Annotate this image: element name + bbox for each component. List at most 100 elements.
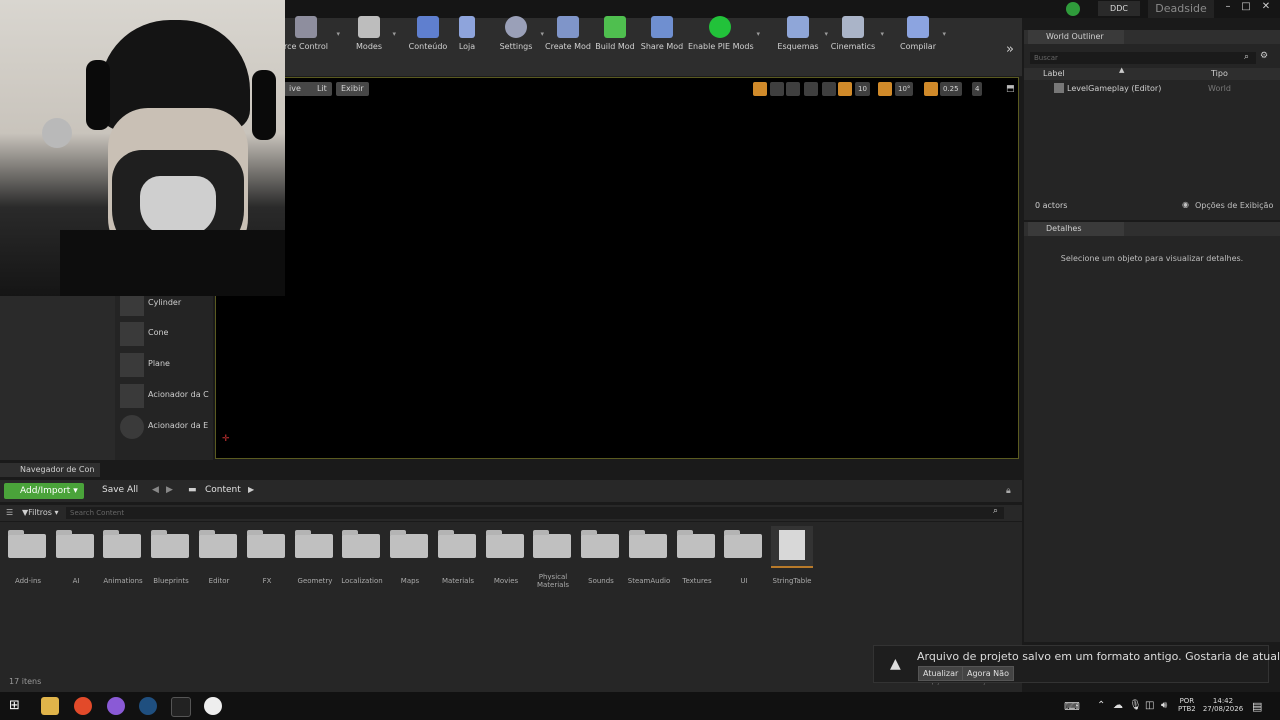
path-content[interactable]: Content xyxy=(205,485,241,495)
folder-icon xyxy=(199,530,237,558)
folder-icon xyxy=(56,530,94,558)
microphone-icon[interactable]: 🎙︎ xyxy=(1129,700,1142,711)
content-icon xyxy=(417,16,439,38)
tray-chevron-icon[interactable]: ⌃ xyxy=(1097,700,1105,711)
chrome-icon[interactable] xyxy=(107,697,125,715)
content-search-input[interactable]: Search Content xyxy=(66,507,1004,519)
filters-button[interactable]: ▼Filtros ▾ xyxy=(22,508,59,517)
rotate-icon[interactable] xyxy=(786,82,800,96)
column-type[interactable]: Tipo xyxy=(1211,69,1228,78)
sphere-trigger-icon xyxy=(120,415,144,439)
outliner-row-label[interactable]: LevelGameplay (Editor) xyxy=(1067,84,1161,93)
grid-snap-icon[interactable] xyxy=(838,82,852,96)
folder-icon xyxy=(103,530,141,558)
maximize-viewport-icon[interactable]: ⬒ xyxy=(1006,84,1015,94)
shape-item-sphere-trigger[interactable]: Acionador da E xyxy=(120,413,212,441)
dropdown-icon[interactable]: ▾ xyxy=(540,30,544,38)
lock-icon[interactable]: 🔒︎ xyxy=(1006,486,1011,496)
column-label[interactable]: Label xyxy=(1043,69,1065,78)
marketplace-button[interactable]: Loja xyxy=(452,0,482,58)
level-viewport[interactable] xyxy=(215,77,1019,459)
back-arrow-icon[interactable]: ◀ xyxy=(152,485,159,495)
source-control-status-icon[interactable] xyxy=(1066,2,1080,16)
source-control-icon xyxy=(295,16,317,38)
windows-start-icon[interactable]: ⊞ xyxy=(9,698,20,713)
source-control-button[interactable]: rce Control ▾ xyxy=(280,0,340,58)
lit-button[interactable]: Lit xyxy=(303,82,332,96)
dropdown-icon[interactable]: ▾ xyxy=(756,30,760,38)
scale-snap-icon[interactable] xyxy=(924,82,938,96)
create-mod-button[interactable]: Create Mod xyxy=(545,0,591,58)
not-now-button[interactable]: Agora Não xyxy=(962,666,1014,681)
rotation-snap-icon[interactable] xyxy=(878,82,892,96)
modes-button[interactable]: Modes ▾ xyxy=(350,0,396,58)
tab-world-outliner[interactable]: World Outliner xyxy=(1028,30,1124,44)
shape-item-plane[interactable]: Plane xyxy=(120,351,212,379)
dropdown-icon[interactable]: ▾ xyxy=(942,30,946,38)
scale-snap-value[interactable]: 0.25 xyxy=(940,82,962,96)
share-mod-button[interactable]: Share Mod xyxy=(640,0,684,58)
file-explorer-icon[interactable] xyxy=(41,697,59,715)
build-button[interactable]: Compilar ▾ xyxy=(898,0,946,58)
wifi-icon[interactable]: ◫ xyxy=(1145,700,1154,711)
tab-details[interactable]: Detalhes xyxy=(1028,222,1124,236)
toast-message: Arquivo de projeto salvo em um formato a… xyxy=(917,650,1280,663)
camera-speed-value[interactable]: 4 xyxy=(972,82,983,96)
brave-browser-icon[interactable] xyxy=(74,697,92,715)
headphone-left xyxy=(86,60,110,130)
dropdown-icon[interactable]: ▾ xyxy=(392,30,396,38)
blueprints-button[interactable]: Esquemas ▾ xyxy=(776,0,828,58)
world-outliner-panel: World Outliner Buscar ⌕ ⚙ Label ▲ Tipo L… xyxy=(1024,30,1280,220)
dropdown-icon[interactable]: ▾ xyxy=(824,30,828,38)
outliner-settings-icon[interactable]: ⚙ xyxy=(1260,51,1268,61)
translate-icon[interactable] xyxy=(770,82,784,96)
box-trigger-icon xyxy=(120,384,144,408)
update-button[interactable]: Atualizar xyxy=(918,666,964,681)
forward-arrow-icon[interactable]: ▶ xyxy=(166,485,173,495)
unreal-engine-icon[interactable] xyxy=(204,697,222,715)
transform-select-icon[interactable] xyxy=(753,82,767,96)
shape-item-cone[interactable]: Cone xyxy=(120,320,212,348)
minimize-icon[interactable]: – xyxy=(1220,0,1236,16)
outliner-search-input[interactable]: Buscar xyxy=(1030,52,1256,64)
folder-icon xyxy=(438,530,476,558)
language-indicator[interactable]: POR PTB2 xyxy=(1178,697,1196,713)
add-import-button[interactable]: Add/Import ▾ xyxy=(4,483,84,499)
rotation-snap-value[interactable]: 10° xyxy=(895,82,914,96)
clock[interactable]: 14:42 27/08/2026 xyxy=(1202,697,1244,713)
shape-item-box-trigger[interactable]: Acionador da C xyxy=(120,382,212,410)
items-count: 17 itens xyxy=(9,677,42,686)
dropdown-icon[interactable]: ▾ xyxy=(880,30,884,38)
build-mod-button[interactable]: Build Mod xyxy=(594,0,636,58)
enable-pie-mods-button[interactable]: Enable PIE Mods ▾ xyxy=(688,0,760,58)
maximize-icon[interactable]: □ xyxy=(1238,0,1254,16)
network-icon[interactable]: ☁ xyxy=(1113,700,1123,711)
dropdown-icon[interactable]: ▾ xyxy=(336,30,340,38)
path-chevron-icon[interactable]: ▶ xyxy=(248,485,254,494)
terminal-icon[interactable] xyxy=(171,697,191,717)
steam-icon[interactable] xyxy=(139,697,157,715)
surface-snap-icon[interactable] xyxy=(822,82,836,96)
volume-icon[interactable]: 🔊︎ xyxy=(1161,700,1167,711)
notifications-icon[interactable]: ▤ xyxy=(1252,700,1262,713)
close-icon[interactable]: ✕ xyxy=(1258,0,1274,16)
cinematics-button[interactable]: Cinematics ▾ xyxy=(830,0,884,58)
keyboard-icon[interactable]: ⌨ xyxy=(1064,700,1080,713)
share-mod-icon xyxy=(651,16,673,38)
asset-stringtable[interactable] xyxy=(771,526,813,568)
tab-content-browser[interactable]: Navegador de Con xyxy=(0,463,100,477)
sources-toggle-icon[interactable]: ☰ xyxy=(6,508,13,517)
save-all-button[interactable]: Save All xyxy=(90,485,138,495)
content-button[interactable]: Conteúdo xyxy=(408,0,448,58)
world-space-icon[interactable] xyxy=(804,82,818,96)
gear-icon xyxy=(505,16,527,38)
build-mod-icon xyxy=(604,16,626,38)
settings-button[interactable]: Settings ▾ xyxy=(496,0,544,58)
folder-icon xyxy=(342,530,380,558)
ddc-indicator[interactable]: DDC xyxy=(1098,1,1140,16)
fan-icon xyxy=(42,118,72,148)
view-options-button[interactable]: Opções de Exibição xyxy=(1195,201,1273,210)
show-button[interactable]: Exibir xyxy=(336,82,369,96)
grid-size-value[interactable]: 10 xyxy=(855,82,870,96)
toolbar-overflow-icon[interactable]: » xyxy=(1006,42,1014,57)
